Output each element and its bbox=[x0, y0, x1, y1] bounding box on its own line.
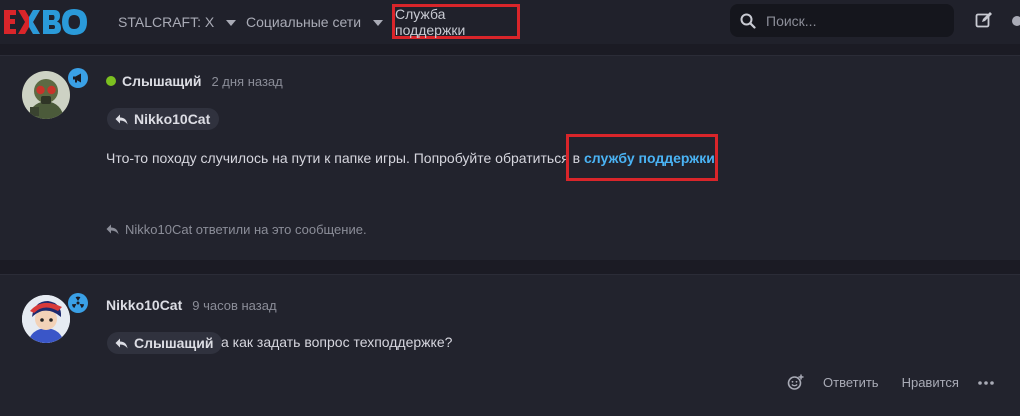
post-author: Слышащий 2 дня назад bbox=[106, 73, 283, 89]
replies-note[interactable]: Nikko10Cat ответили на это сообщение. bbox=[106, 222, 367, 237]
reply-arrow-icon bbox=[106, 224, 119, 235]
post-1: Слышащий 2 дня назад Nikko10Cat Что-то п… bbox=[0, 55, 1020, 260]
post-message: а как задать вопрос техподдержке? bbox=[221, 334, 453, 350]
post-time[interactable]: 9 часов назад bbox=[192, 298, 276, 313]
search-icon bbox=[740, 13, 756, 29]
reply-arrow-icon bbox=[115, 338, 128, 348]
nav-support-label: Служба поддержки bbox=[395, 5, 466, 38]
chevron-down-icon bbox=[373, 20, 384, 26]
avatar-image bbox=[22, 295, 70, 343]
post-time[interactable]: 2 дня назад bbox=[211, 74, 282, 89]
post-actions: Ответить Нравится bbox=[787, 374, 994, 391]
nav-stalcraft[interactable]: STALCRAFT: X bbox=[118, 0, 237, 44]
edit-icon[interactable] bbox=[975, 11, 993, 29]
reply-to-name: Nikko10Cat bbox=[134, 111, 211, 127]
online-status-icon bbox=[106, 76, 116, 86]
like-button[interactable]: Нравится bbox=[902, 375, 959, 390]
post-author: Nikko10Cat 9 часов назад bbox=[106, 297, 277, 313]
author-name[interactable]: Слышащий bbox=[122, 73, 201, 89]
avatar[interactable] bbox=[22, 71, 70, 119]
author-name[interactable]: Nikko10Cat bbox=[106, 297, 182, 313]
post-2: Nikko10Cat 9 часов назад Слышащий а как … bbox=[0, 274, 1020, 416]
replies-note-text: Nikko10Cat ответили на это сообщение. bbox=[125, 222, 367, 237]
search-input[interactable]: Поиск... bbox=[730, 4, 954, 37]
avatar-image bbox=[22, 71, 70, 119]
user-menu-icon[interactable] bbox=[1012, 16, 1020, 26]
reply-button[interactable]: Ответить bbox=[823, 375, 879, 390]
radiation-icon bbox=[72, 296, 84, 308]
nav-social[interactable]: Социальные сети bbox=[246, 0, 384, 44]
search-placeholder: Поиск... bbox=[766, 12, 817, 29]
exbo-logo[interactable] bbox=[2, 6, 92, 38]
nav-stalcraft-label: STALCRAFT: X bbox=[118, 14, 215, 30]
reply-to-chip[interactable]: Слышащий bbox=[107, 332, 223, 354]
top-navigation-bar: STALCRAFT: X Социальные сети Служба подд… bbox=[0, 0, 1020, 44]
megaphone-icon bbox=[73, 73, 81, 83]
add-reaction-icon[interactable] bbox=[787, 374, 804, 391]
avatar[interactable] bbox=[22, 295, 70, 343]
link-highlight-frame bbox=[566, 134, 718, 181]
reply-to-name: Слышащий bbox=[134, 335, 214, 351]
nav-support[interactable]: Служба поддержки bbox=[392, 4, 520, 39]
radiation-badge bbox=[68, 293, 88, 313]
nav-social-label: Социальные сети bbox=[246, 14, 362, 30]
megaphone-badge bbox=[68, 68, 88, 88]
more-options-icon[interactable] bbox=[978, 380, 994, 385]
chevron-down-icon bbox=[226, 20, 237, 26]
reply-to-chip[interactable]: Nikko10Cat bbox=[107, 108, 220, 130]
message-text: Что-то походу случилось на пути к папке … bbox=[106, 150, 584, 166]
reply-arrow-icon bbox=[115, 114, 128, 124]
